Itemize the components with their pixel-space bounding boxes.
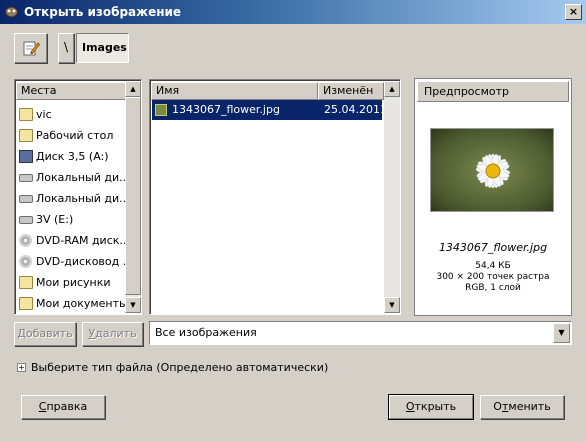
places-item[interactable]: Мои документы (17, 293, 125, 314)
places-item[interactable]: Рабочий стол (17, 125, 125, 146)
file-modified: 25.04.2011 (324, 103, 387, 116)
close-icon: × (568, 5, 579, 18)
places-item-label: DVD-дисковод ... (36, 255, 125, 268)
window-title: Открыть изображение (24, 5, 182, 19)
title-bar[interactable]: Открыть изображение × (0, 0, 586, 24)
expand-plus-icon[interactable]: + (17, 363, 26, 372)
file-row-selected[interactable]: 1343067_flower.jpg 25.04.2011 (152, 100, 387, 120)
places-item[interactable]: vic (17, 104, 125, 125)
scroll-up-icon[interactable]: ▲ (125, 81, 141, 97)
cancel-label: менить (508, 400, 551, 413)
file-type-label: Выберите тип файла (Определено автоматич… (31, 361, 329, 374)
files-scrollbar[interactable]: ▲ ▼ (384, 81, 400, 313)
places-item[interactable]: Мои рисунки (17, 272, 125, 293)
remove-bookmark-button[interactable]: Удалить (82, 322, 143, 346)
type-location-button[interactable] (14, 33, 47, 63)
open-label: ткрыть (414, 400, 457, 413)
column-name-header[interactable]: Имя (151, 82, 318, 100)
path-images-button[interactable]: Images (76, 33, 129, 63)
places-item-label: Рабочий стол (36, 129, 114, 142)
preview-panel: Предпросмотр 1343067_flower.jpg 54,4 КБ … (414, 78, 572, 316)
places-item-label: Локальный ди... (36, 171, 125, 184)
file-name: 1343067_flower.jpg (172, 103, 280, 116)
drive-icon (19, 195, 33, 203)
preview-thumbnail (430, 128, 554, 212)
places-item[interactable]: Диск 3,5 (A:) (17, 146, 125, 167)
cd-icon (19, 234, 32, 247)
add-label-mnemonic: Д (17, 327, 26, 340)
gimp-app-icon (5, 6, 18, 18)
add-label: обавить (25, 327, 73, 340)
file-type-expander[interactable]: + Выберите тип файла (Определено автомати… (17, 361, 328, 375)
open-button[interactable]: Открыть (388, 394, 474, 420)
places-item[interactable]: 3V (E:) (17, 209, 125, 230)
preview-header[interactable]: Предпросмотр (417, 81, 569, 102)
places-scrollbar[interactable]: ▲ ▼ (125, 81, 141, 313)
folder-icon (19, 276, 33, 289)
close-button[interactable]: × (565, 4, 582, 20)
folder-icon (19, 297, 33, 310)
places-item-label: Мои документы (36, 297, 125, 310)
cancel-prefix: О (493, 400, 502, 413)
cd-icon (19, 255, 32, 268)
add-bookmark-button[interactable]: Добавить (14, 322, 76, 346)
places-item[interactable]: Локальный ди... (17, 167, 125, 188)
help-label: правка (46, 400, 88, 413)
image-file-icon (155, 104, 167, 116)
preview-size: 54,4 КБ (475, 261, 511, 271)
places-item-label: 3V (E:) (36, 213, 74, 226)
places-panel: Места vic Рабочий стол Диск 3,5 (A:) Локаль… (14, 79, 142, 315)
column-modified-header[interactable]: Изменён (318, 82, 384, 100)
folder-icon (19, 108, 33, 121)
file-filter-select[interactable]: Все изображения ▼ (149, 321, 572, 345)
places-header[interactable]: Места (16, 82, 126, 100)
file-filter-value: Все изображения (155, 326, 257, 339)
drive-icon (19, 216, 33, 224)
path-root-button[interactable]: \ (58, 33, 74, 63)
drive-icon (19, 174, 33, 182)
places-scroll-thumb[interactable] (125, 97, 141, 295)
cancel-button[interactable]: Отменить (480, 395, 564, 419)
preview-mode: RGB, 1 слой (465, 283, 521, 293)
places-item-label: vic (36, 108, 52, 121)
flower-image (431, 129, 553, 211)
folder-icon (19, 129, 33, 142)
scroll-up-icon[interactable]: ▲ (384, 81, 400, 97)
places-item[interactable]: DVD-RAM диск... (17, 230, 125, 251)
open-mnemonic: О (405, 400, 415, 413)
scroll-down-icon[interactable]: ▼ (125, 297, 141, 313)
pencil-icon (23, 41, 40, 56)
places-item-label: Мои рисунки (36, 276, 111, 289)
preview-dimensions: 300 × 200 точек растра (436, 272, 550, 282)
chevron-down-icon[interactable]: ▼ (553, 323, 570, 343)
places-item-label: Локальный ди... (36, 192, 125, 205)
remove-label: далить (95, 327, 137, 340)
places-item-label: DVD-RAM диск... (36, 234, 125, 247)
places-item-label: Диск 3,5 (A:) (36, 150, 109, 163)
places-item[interactable]: Локальный ди... (17, 188, 125, 209)
files-panel: Имя Изменён 1343067_flower.jpg 25.04.201… (149, 79, 401, 315)
preview-filename: 1343067_flower.jpg (438, 241, 548, 254)
scroll-down-icon[interactable]: ▼ (384, 297, 400, 313)
places-item[interactable]: DVD-дисковод ... (17, 251, 125, 272)
floppy-icon (19, 150, 33, 163)
help-button[interactable]: Справка (21, 395, 105, 419)
